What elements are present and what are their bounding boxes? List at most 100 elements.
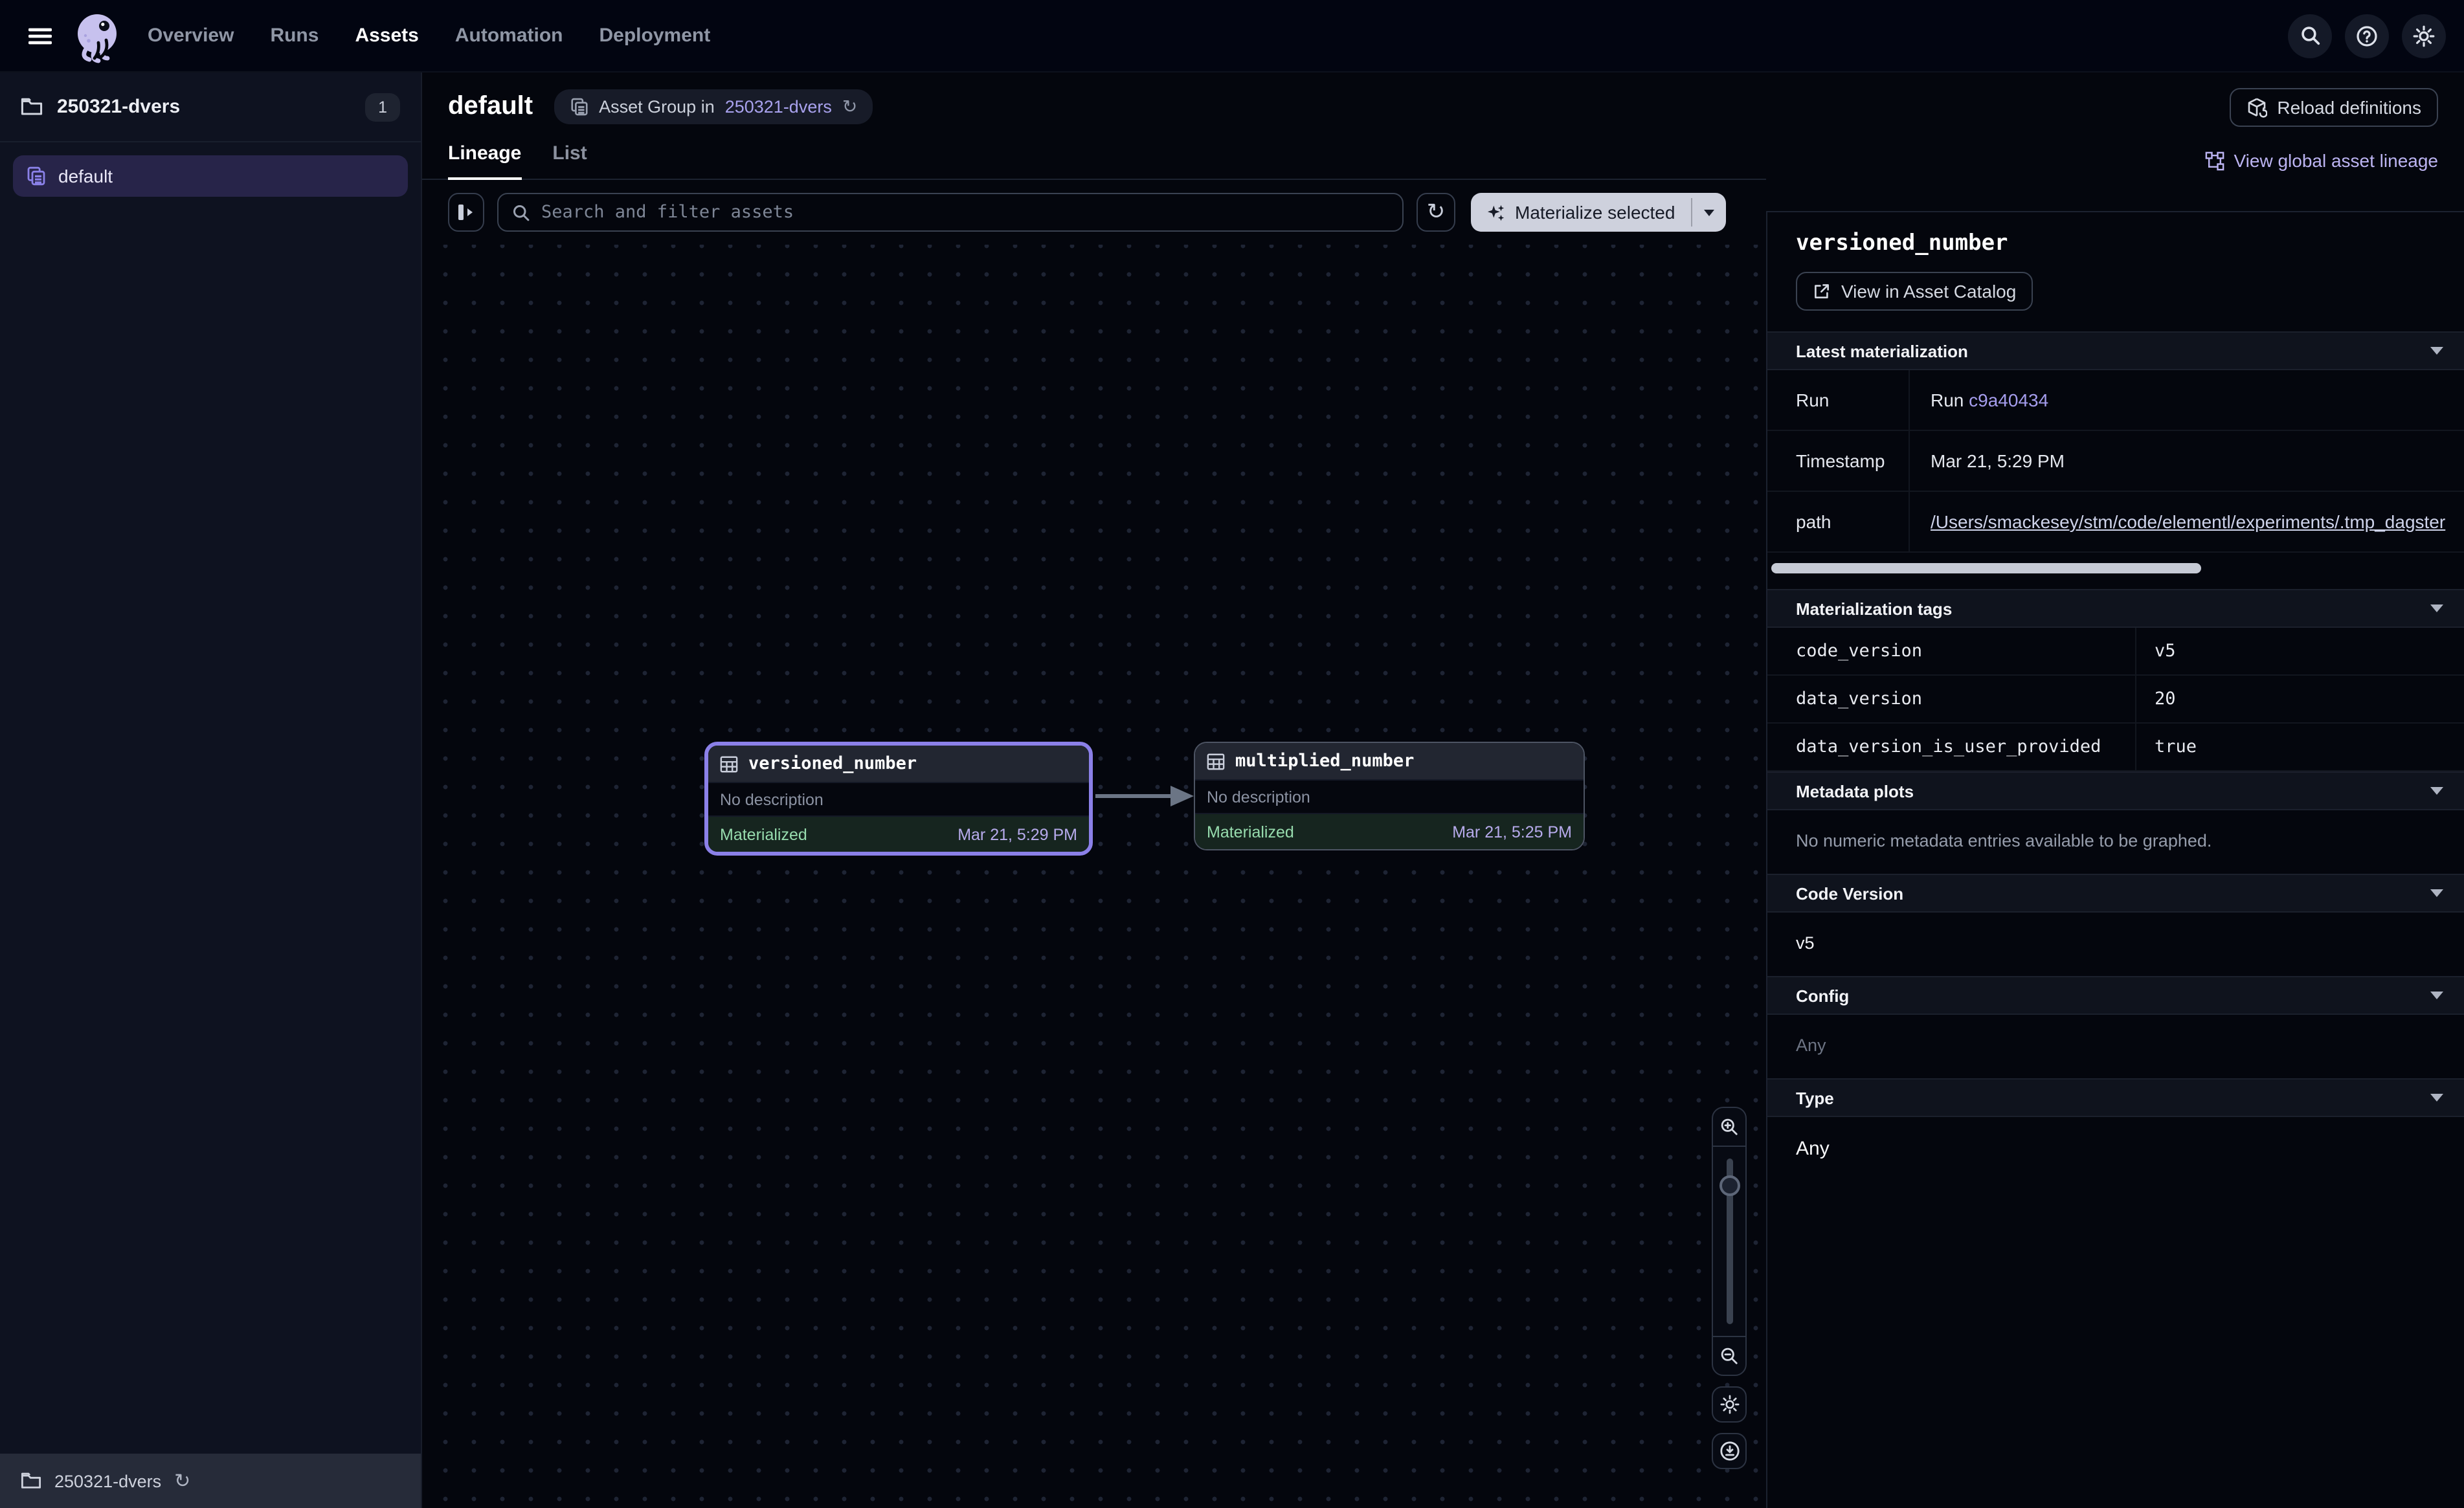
view-in-catalog-label: View in Asset Catalog	[1841, 281, 2016, 302]
zoom-in-icon[interactable]	[1713, 1108, 1745, 1147]
asset-group-icon	[569, 97, 588, 116]
tag-value: v5	[2136, 628, 2464, 674]
refresh-graph-icon[interactable]: ↻	[1417, 193, 1455, 232]
section-type[interactable]: Type	[1767, 1078, 2464, 1117]
section-title: Type	[1796, 1088, 1834, 1107]
folder-icon	[21, 1472, 41, 1490]
asset-group-badge: Asset Group in 250321-dvers ↻	[554, 89, 873, 124]
asset-node-title: multiplied_number	[1235, 751, 1414, 771]
zoom-slider-thumb[interactable]	[1719, 1175, 1740, 1196]
sidebar-repo-row[interactable]: 250321-dvers 1	[0, 72, 421, 142]
row-value: Run c9a40434	[1910, 370, 2464, 430]
asset-node-multiplied-number[interactable]: multiplied_number No description Materia…	[1194, 742, 1585, 850]
dagster-logo-icon[interactable]	[67, 6, 127, 65]
external-link-icon	[1813, 282, 1831, 300]
run-id-link[interactable]: c9a40434	[1969, 390, 2048, 410]
tag-value: 20	[2136, 676, 2464, 722]
view-global-asset-lineage-link[interactable]: View global asset lineage	[2206, 150, 2439, 171]
sidebar-footer-repo[interactable]: 250321-dvers ↻	[0, 1454, 421, 1508]
tag-key: data_version	[1767, 676, 2136, 722]
footer-repo-name: 250321-dvers	[54, 1471, 161, 1491]
graph-settings-gear-icon[interactable]	[1712, 1386, 1747, 1423]
refresh-icon[interactable]: ↻	[174, 1471, 190, 1491]
primary-nav: Overview Runs Assets Automation Deployme…	[148, 25, 710, 47]
badge-repo-link[interactable]: 250321-dvers	[725, 97, 832, 116]
section-config[interactable]: Config	[1767, 976, 2464, 1015]
metadata-plots-empty-message: No numeric metadata entries available to…	[1767, 810, 2464, 874]
download-image-icon[interactable]	[1712, 1433, 1747, 1469]
sparkles-icon	[1486, 203, 1506, 222]
right-column: Reload definitions View global asset lin…	[1766, 72, 2464, 1508]
app-root: Overview Runs Assets Automation Deployme…	[0, 0, 2464, 1508]
page-title: default	[448, 92, 533, 122]
row-key: Run	[1767, 370, 1910, 430]
tabs-row: Lineage List	[422, 124, 1766, 180]
section-title: Config	[1796, 986, 1849, 1005]
settings-gear-icon[interactable]	[2402, 14, 2446, 58]
materialized-timestamp: Mar 21, 5:29 PM	[958, 825, 1077, 843]
materialized-status: Materialized	[1207, 823, 1294, 841]
chevron-down-icon	[2430, 889, 2443, 897]
section-metadata-plots[interactable]: Metadata plots	[1767, 771, 2464, 810]
materialized-status: Materialized	[720, 825, 807, 843]
zoom-slider[interactable]	[1713, 1147, 1745, 1336]
asset-search-box	[497, 193, 1404, 232]
asset-node-header: multiplied_number	[1195, 743, 1584, 779]
zoom-out-icon[interactable]	[1713, 1336, 1745, 1375]
search-input[interactable]	[541, 202, 1389, 223]
table-icon	[720, 755, 738, 772]
chevron-down-icon	[1703, 209, 1714, 216]
main-content: default Asset Group in 250321-dvers ↻ Li…	[422, 72, 1766, 1508]
tag-key: data_version_is_user_provided	[1767, 724, 2136, 770]
nav-item-assets[interactable]: Assets	[355, 25, 418, 47]
table-row: data_version 20	[1767, 676, 2464, 724]
table-row: path /Users/smackesey/stm/code/elementl/…	[1767, 492, 2464, 553]
chevron-down-icon	[2430, 992, 2443, 999]
run-prefix: Run	[1931, 390, 1964, 410]
nav-item-automation[interactable]: Automation	[455, 25, 563, 47]
help-icon[interactable]	[2345, 14, 2389, 58]
badge-prefix: Asset Group in	[599, 97, 715, 116]
search-icon	[511, 203, 531, 222]
section-code-version[interactable]: Code Version	[1767, 874, 2464, 913]
section-latest-materialization[interactable]: Latest materialization	[1767, 331, 2464, 370]
path-link[interactable]: /Users/smackesey/stm/code/elementl/exper…	[1931, 511, 2464, 532]
tab-list[interactable]: List	[552, 142, 587, 179]
dagster-app: Overview Runs Assets Automation Deployme…	[0, 0, 2464, 1508]
chevron-down-icon	[2430, 787, 2443, 795]
materialize-button-main[interactable]: Materialize selected	[1471, 193, 1690, 232]
hamburger-menu-icon[interactable]	[18, 14, 62, 58]
chevron-down-icon	[2430, 347, 2443, 355]
latest-materialization-table: Run Run c9a40434 Timestamp Mar 21, 5:29 …	[1767, 370, 2464, 553]
tab-lineage[interactable]: Lineage	[448, 142, 521, 179]
folder-icon	[21, 97, 43, 116]
view-in-asset-catalog-button[interactable]: View in Asset Catalog	[1796, 272, 2033, 311]
materialize-dropdown-caret[interactable]	[1692, 193, 1725, 232]
asset-node-description: No description	[1195, 779, 1584, 814]
sidebar: 250321-dvers 1 default 250321-dvers ↻	[0, 72, 422, 1508]
horizontal-scrollbar[interactable]	[1771, 563, 2201, 573]
nav-item-overview[interactable]: Overview	[148, 25, 234, 47]
section-title: Latest materialization	[1796, 341, 1968, 360]
tag-key: code_version	[1767, 628, 2136, 674]
table-row: Timestamp Mar 21, 5:29 PM	[1767, 431, 2464, 492]
panel-asset-title: versioned_number	[1796, 230, 2436, 256]
sidebar-item-default-group[interactable]: default	[13, 155, 408, 197]
section-materialization-tags[interactable]: Materialization tags	[1767, 589, 2464, 628]
asset-node-versioned-number[interactable]: versioned_number No description Material…	[704, 742, 1093, 856]
search-icon[interactable]	[2288, 14, 2332, 58]
table-row: data_version_is_user_provided true	[1767, 724, 2464, 771]
nav-item-deployment[interactable]: Deployment	[599, 25, 711, 47]
body-row: 250321-dvers 1 default 250321-dvers ↻ de…	[0, 72, 2464, 1508]
expand-sidebar-panel-icon[interactable]	[448, 193, 484, 232]
lineage-canvas[interactable]: versioned_number No description Material…	[422, 245, 1766, 1508]
asset-node-description: No description	[708, 782, 1089, 817]
panel-actions: View in Asset Catalog	[1796, 272, 2436, 311]
row-value: Mar 21, 5:29 PM	[1910, 431, 2464, 491]
asset-node-title: versioned_number	[748, 753, 917, 774]
refresh-icon[interactable]: ↻	[842, 96, 857, 118]
nav-item-runs[interactable]: Runs	[270, 25, 319, 47]
tag-value: true	[2136, 724, 2464, 770]
reload-definitions-button[interactable]: Reload definitions	[2229, 88, 2438, 127]
materialization-tags-table: code_version v5 data_version 20 data_ver…	[1767, 628, 2464, 771]
